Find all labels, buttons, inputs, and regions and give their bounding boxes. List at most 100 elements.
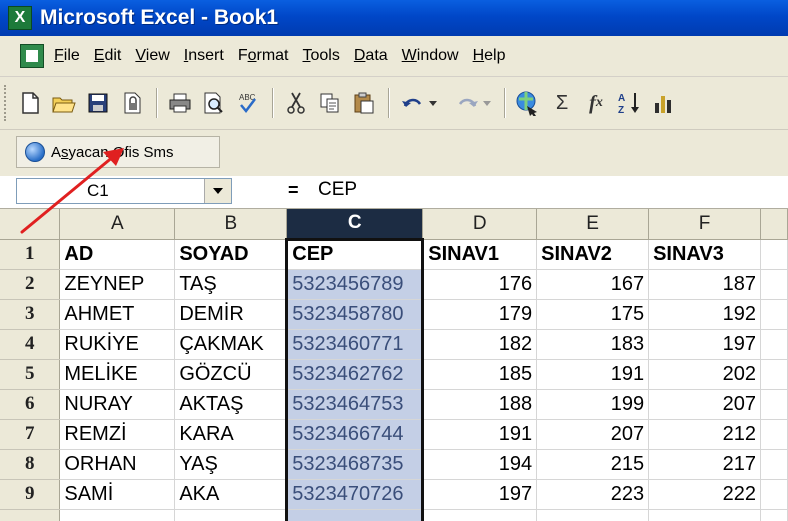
- column-header-a[interactable]: A: [59, 209, 176, 240]
- cut-icon[interactable]: [282, 89, 310, 117]
- column-header-c[interactable]: C: [286, 209, 424, 240]
- cell-d9[interactable]: 197: [422, 479, 538, 510]
- cell[interactable]: [536, 509, 650, 521]
- cell-next[interactable]: [760, 449, 788, 480]
- cell-a8[interactable]: ORHAN: [59, 449, 176, 480]
- cell-c4[interactable]: 5323460771: [285, 329, 425, 360]
- cell-e5[interactable]: 191: [536, 359, 650, 390]
- cell-b2[interactable]: TAŞ: [174, 269, 288, 300]
- print-preview-icon[interactable]: [200, 89, 228, 117]
- row-header[interactable]: 6: [0, 389, 61, 420]
- cell-b6[interactable]: AKTAŞ: [174, 389, 288, 420]
- cell-e9[interactable]: 223: [536, 479, 650, 510]
- cell-b3[interactable]: DEMİR: [174, 299, 288, 330]
- cell-d8[interactable]: 194: [422, 449, 538, 480]
- cell-c7[interactable]: 5323466744: [285, 419, 425, 450]
- menu-item[interactable]: Edit: [94, 47, 122, 65]
- cell-c8[interactable]: 5323468735: [285, 449, 425, 480]
- cell-b1[interactable]: SOYAD: [174, 239, 288, 270]
- cell[interactable]: [285, 509, 425, 521]
- asyacan-ofis-sms-button[interactable]: Asyacan Ofis Sms: [16, 136, 220, 168]
- menu-item[interactable]: Window: [402, 47, 459, 65]
- row-header[interactable]: 5: [0, 359, 61, 390]
- chevron-down-icon[interactable]: [204, 179, 231, 203]
- new-icon[interactable]: [16, 89, 44, 117]
- cell-c2[interactable]: 5323456789: [285, 269, 425, 300]
- column-header-f[interactable]: F: [648, 209, 761, 240]
- cell[interactable]: [59, 509, 176, 521]
- redo-icon[interactable]: [452, 89, 494, 117]
- cell-f9[interactable]: 222: [648, 479, 761, 510]
- permission-icon[interactable]: [118, 89, 146, 117]
- cell-b7[interactable]: KARA: [174, 419, 288, 450]
- cell-c5[interactable]: 5323462762: [285, 359, 425, 390]
- cell-e3[interactable]: 175: [536, 299, 650, 330]
- row-header[interactable]: 7: [0, 419, 61, 450]
- sort-ascending-icon[interactable]: AZ: [616, 89, 644, 117]
- column-header-d[interactable]: D: [422, 209, 538, 240]
- toolbar-grip[interactable]: [4, 85, 10, 121]
- cell-e4[interactable]: 183: [536, 329, 650, 360]
- cell-a9[interactable]: SAMİ: [59, 479, 176, 510]
- cell-d6[interactable]: 188: [422, 389, 538, 420]
- cell-d3[interactable]: 179: [422, 299, 538, 330]
- cell-d5[interactable]: 185: [422, 359, 538, 390]
- paste-icon[interactable]: [350, 89, 378, 117]
- cell-b9[interactable]: AKA: [174, 479, 288, 510]
- cell-e1[interactable]: SINAV2: [536, 239, 650, 270]
- hyperlink-icon[interactable]: [514, 89, 542, 117]
- menu-item[interactable]: Help: [473, 47, 506, 65]
- cell[interactable]: [174, 509, 288, 521]
- cell-a3[interactable]: AHMET: [59, 299, 176, 330]
- cell-next[interactable]: [760, 239, 788, 270]
- chart-icon[interactable]: [650, 89, 678, 117]
- menu-item[interactable]: Tools: [303, 47, 340, 65]
- cell-f6[interactable]: 207: [648, 389, 761, 420]
- cell-next[interactable]: [760, 359, 788, 390]
- workbook-icon[interactable]: [20, 44, 44, 68]
- row-header[interactable]: [0, 509, 61, 521]
- cell-next[interactable]: [760, 419, 788, 450]
- cell-next[interactable]: [760, 389, 788, 420]
- cell-f8[interactable]: 217: [648, 449, 761, 480]
- cell-b5[interactable]: GÖZCÜ: [174, 359, 288, 390]
- cell-e2[interactable]: 167: [536, 269, 650, 300]
- print-icon[interactable]: [166, 89, 194, 117]
- row-header[interactable]: 3: [0, 299, 61, 330]
- menu-item[interactable]: Insert: [184, 47, 224, 65]
- name-box[interactable]: C1: [16, 178, 232, 204]
- cell-f2[interactable]: 187: [648, 269, 761, 300]
- menu-item[interactable]: Format: [238, 47, 289, 65]
- undo-icon[interactable]: [398, 89, 446, 117]
- cell-f7[interactable]: 212: [648, 419, 761, 450]
- save-icon[interactable]: [84, 89, 112, 117]
- cell-c1[interactable]: CEP: [285, 237, 425, 270]
- function-icon[interactable]: fx: [582, 89, 610, 117]
- cell-a7[interactable]: REMZİ: [59, 419, 176, 450]
- cell-b8[interactable]: YAŞ: [174, 449, 288, 480]
- cell-b4[interactable]: ÇAKMAK: [174, 329, 288, 360]
- cell-a1[interactable]: AD: [59, 239, 176, 270]
- row-header[interactable]: 2: [0, 269, 61, 300]
- select-all-corner[interactable]: [0, 209, 61, 240]
- cell-a2[interactable]: ZEYNEP: [59, 269, 176, 300]
- copy-icon[interactable]: [316, 89, 344, 117]
- cell-d1[interactable]: SINAV1: [422, 239, 538, 270]
- cell-d7[interactable]: 191: [422, 419, 538, 450]
- cell-f1[interactable]: SINAV3: [648, 239, 761, 270]
- autosum-icon[interactable]: Σ: [548, 89, 576, 117]
- cell-next[interactable]: [760, 299, 788, 330]
- cell-a4[interactable]: RUKİYE: [59, 329, 176, 360]
- menu-item[interactable]: File: [54, 47, 80, 65]
- column-header-next[interactable]: [760, 209, 788, 240]
- cell[interactable]: [422, 509, 538, 521]
- cell-f4[interactable]: 197: [648, 329, 761, 360]
- cell-a6[interactable]: NURAY: [59, 389, 176, 420]
- cell-a5[interactable]: MELİKE: [59, 359, 176, 390]
- menu-item[interactable]: Data: [354, 47, 388, 65]
- cell[interactable]: [648, 509, 761, 521]
- cell-next[interactable]: [760, 329, 788, 360]
- cell-c6[interactable]: 5323464753: [285, 389, 425, 420]
- cell-c3[interactable]: 5323458780: [285, 299, 425, 330]
- cell-e6[interactable]: 199: [536, 389, 650, 420]
